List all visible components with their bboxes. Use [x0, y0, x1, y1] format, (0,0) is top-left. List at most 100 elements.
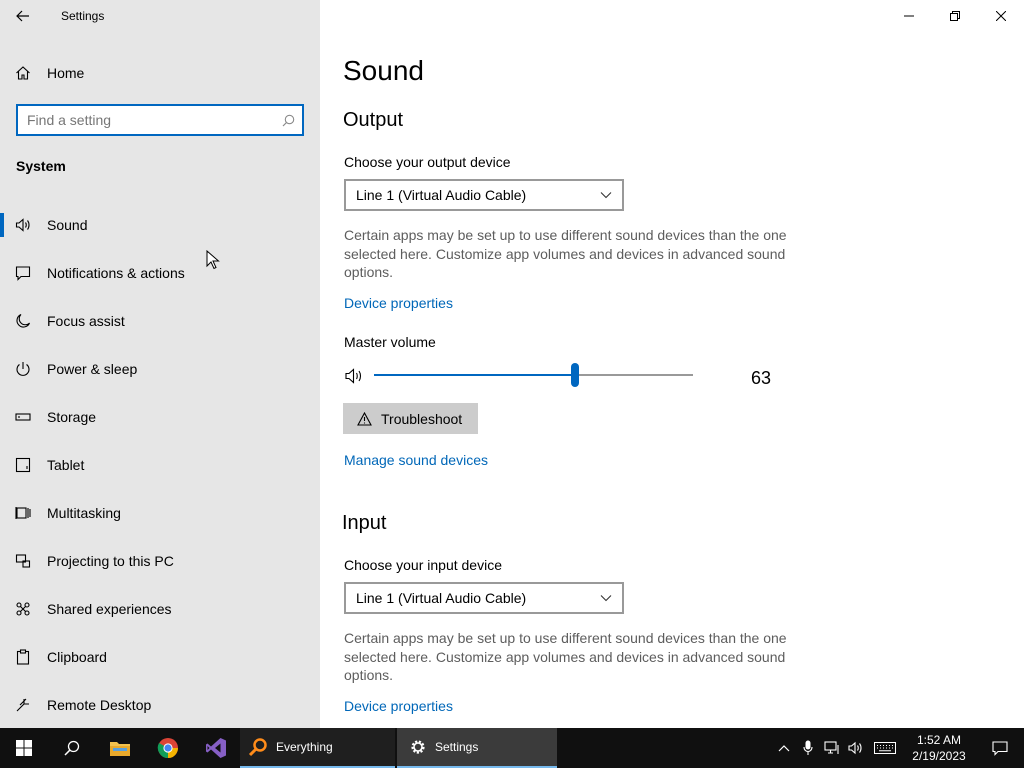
microphone-icon	[803, 740, 813, 755]
search-box[interactable]	[16, 104, 304, 136]
taskbar-app-label: Settings	[435, 740, 479, 754]
sidebar-item-label: Storage	[47, 409, 97, 425]
sidebar-item-label: Shared experiences	[47, 601, 172, 617]
folder-icon	[110, 742, 130, 756]
taskbar-settings[interactable]: Settings	[397, 728, 557, 768]
close-button[interactable]	[978, 0, 1024, 32]
search-input[interactable]	[18, 112, 274, 128]
sidebar-item-clipboard[interactable]: Clipboard	[0, 633, 320, 681]
taskbar-file-explorer[interactable]	[96, 728, 144, 768]
shared-experiences-icon	[0, 601, 46, 617]
taskbar-app-label: Everything	[276, 740, 333, 754]
sidebar-item-label: Notifications & actions	[47, 265, 185, 281]
output-heading: Output	[343, 109, 404, 131]
volume-icon[interactable]	[344, 366, 364, 386]
output-device-properties-link[interactable]: Device properties	[344, 295, 453, 311]
multitasking-icon	[0, 505, 46, 521]
moon-icon	[0, 313, 46, 329]
master-volume-control	[344, 363, 784, 388]
output-device-value: Line 1 (Virtual Audio Cable)	[356, 187, 527, 203]
settings-sidebar: Settings Home System Sound Notifications…	[0, 0, 320, 728]
remote-desktop-icon	[0, 697, 46, 713]
visual-studio-icon	[206, 738, 226, 758]
output-description: Certain apps may be set up to use differ…	[344, 227, 787, 280]
volume-slider-thumb[interactable]	[570, 363, 579, 387]
chevron-up-icon	[778, 745, 790, 752]
input-heading: Input	[342, 512, 387, 534]
sidebar-item-shared-experiences[interactable]: Shared experiences	[0, 585, 320, 633]
output-device-dropdown[interactable]: Line 1 (Virtual Audio Cable)	[344, 179, 624, 211]
search-icon	[64, 740, 80, 756]
manage-sound-devices-link[interactable]: Manage sound devices	[344, 452, 488, 468]
warning-icon	[357, 411, 372, 426]
taskbar-visual-studio[interactable]	[192, 728, 240, 768]
minimize-button[interactable]	[886, 0, 932, 32]
output-device-label: Choose your output device	[344, 154, 511, 170]
sidebar-item-projecting[interactable]: Projecting to this PC	[0, 537, 320, 585]
volume-slider[interactable]	[374, 363, 693, 387]
search-icon[interactable]	[274, 114, 302, 127]
tray-network[interactable]	[820, 728, 844, 768]
clipboard-icon	[0, 649, 46, 665]
restore-button[interactable]	[932, 0, 978, 32]
sidebar-item-multitasking[interactable]: Multitasking	[0, 489, 320, 537]
main-content: Sound Output Choose your output device L…	[320, 0, 1024, 728]
sidebar-item-sound[interactable]: Sound	[0, 201, 320, 249]
chevron-down-icon	[600, 595, 612, 602]
sidebar-item-label: Projecting to this PC	[47, 553, 174, 569]
sidebar-item-tablet[interactable]: Tablet	[0, 441, 320, 489]
volume-slider-fill	[374, 374, 575, 376]
sidebar-item-storage[interactable]: Storage	[0, 393, 320, 441]
notification-icon	[992, 741, 1008, 756]
taskbar-search-button[interactable]	[48, 728, 96, 768]
sidebar-item-power-sleep[interactable]: Power & sleep	[0, 345, 320, 393]
section-heading-system: System	[16, 158, 66, 174]
tray-microphone[interactable]	[796, 728, 820, 768]
windows-logo-icon	[16, 740, 32, 756]
sidebar-item-notifications[interactable]: Notifications & actions	[0, 249, 320, 297]
master-volume-value: 63	[751, 368, 772, 388]
tray-keyboard[interactable]	[868, 728, 902, 768]
back-arrow-icon	[16, 10, 29, 22]
sidebar-item-remote-desktop[interactable]: Remote Desktop	[0, 681, 320, 729]
action-center-button[interactable]	[976, 728, 1024, 768]
show-hidden-icons-button[interactable]	[772, 728, 796, 768]
tray-volume[interactable]	[844, 728, 868, 768]
system-nav-list: Sound Notifications & actions Focus assi…	[0, 201, 320, 729]
sidebar-item-label: Tablet	[47, 457, 85, 473]
taskbar-chrome[interactable]	[144, 728, 192, 768]
window-controls	[886, 0, 1024, 32]
input-device-label: Choose your input device	[344, 557, 502, 573]
sidebar-item-focus-assist[interactable]: Focus assist	[0, 297, 320, 345]
tablet-icon	[0, 457, 46, 473]
network-icon	[824, 741, 839, 754]
sidebar-item-label: Remote Desktop	[47, 697, 152, 713]
input-device-value: Line 1 (Virtual Audio Cable)	[356, 590, 527, 606]
input-device-properties-link[interactable]: Device properties	[344, 698, 453, 714]
chevron-down-icon	[600, 192, 612, 199]
troubleshoot-button[interactable]: Troubleshoot	[343, 403, 478, 434]
speaker-icon	[0, 217, 46, 233]
sidebar-item-label: Power & sleep	[47, 361, 138, 377]
taskbar-everything[interactable]: Everything	[240, 728, 395, 768]
home-label: Home	[47, 65, 85, 81]
chrome-icon	[157, 738, 179, 759]
input-device-dropdown[interactable]: Line 1 (Virtual Audio Cable)	[344, 582, 624, 614]
master-volume-label: Master volume	[344, 334, 436, 350]
input-description: Certain apps may be set up to use differ…	[344, 630, 787, 683]
home-icon	[0, 65, 46, 81]
restore-icon	[950, 11, 960, 21]
projecting-icon	[0, 553, 46, 569]
troubleshoot-label: Troubleshoot	[381, 410, 463, 427]
taskbar-clock[interactable]: 1:52 AM 2/19/2023	[902, 732, 976, 764]
sidebar-item-label: Focus assist	[47, 313, 125, 329]
home-nav-item[interactable]: Home	[0, 58, 320, 88]
back-button[interactable]	[0, 0, 46, 32]
app-title: Settings	[61, 9, 105, 23]
start-button[interactable]	[0, 728, 48, 768]
page-title: Sound	[343, 55, 424, 86]
storage-icon	[0, 409, 46, 425]
notification-icon	[0, 265, 46, 281]
clock-time: 1:52 AM	[916, 733, 962, 747]
clock-date: 2/19/2023	[912, 749, 966, 763]
